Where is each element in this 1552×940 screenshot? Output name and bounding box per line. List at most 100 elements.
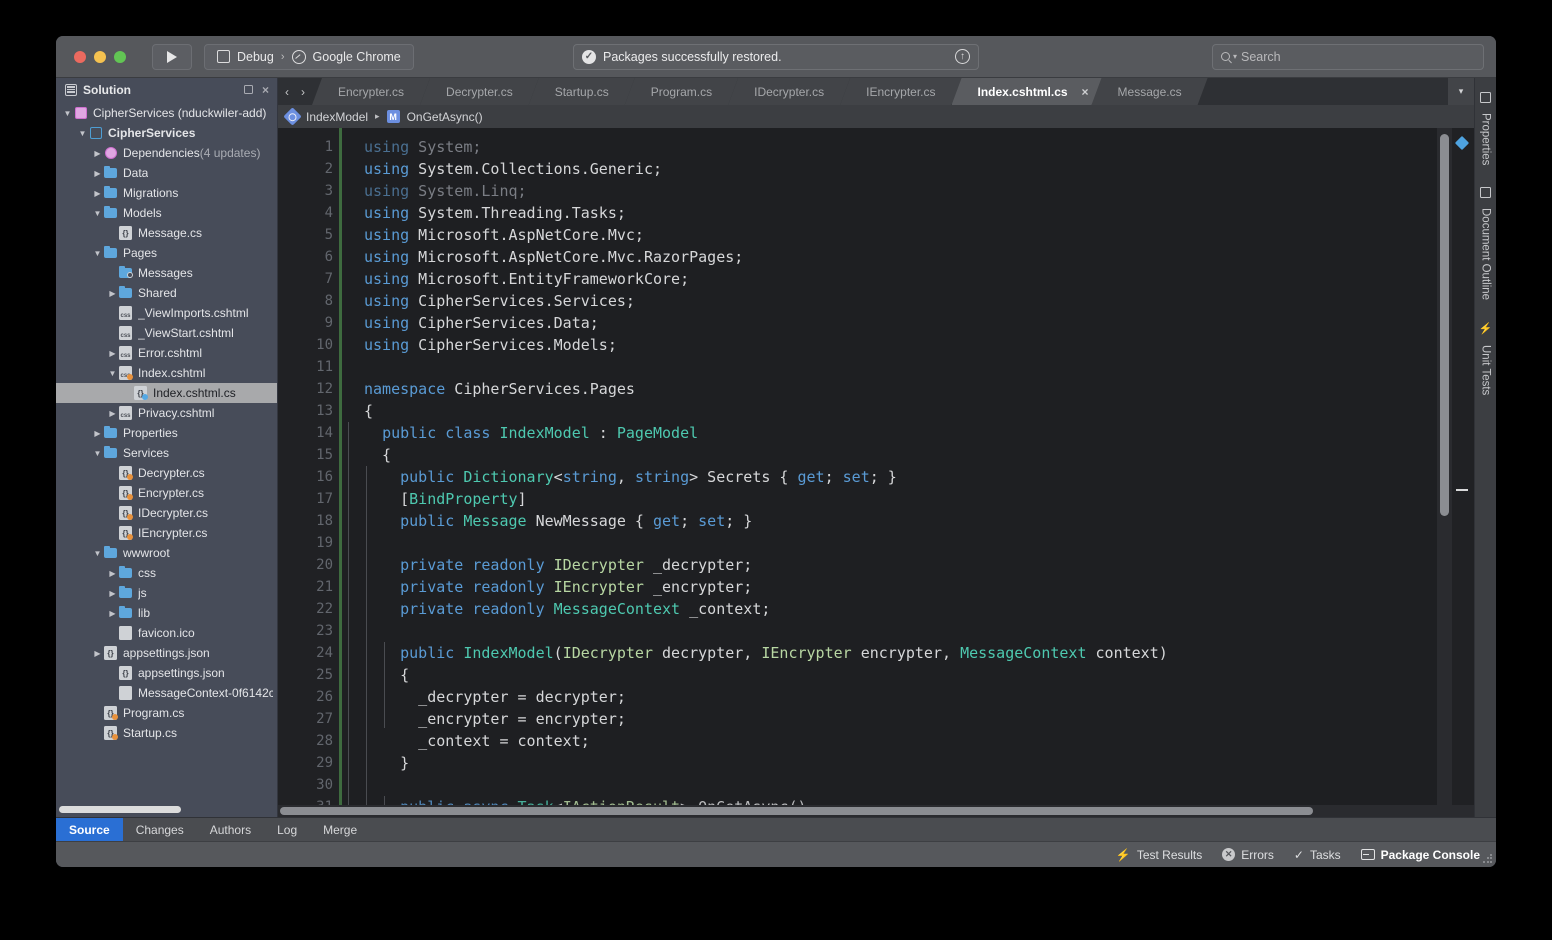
tree-item[interactable]: css_ViewImports.cshtml — [56, 303, 277, 323]
code-line[interactable] — [364, 774, 1437, 796]
tree-item[interactable]: ▶cssError.cshtml — [56, 343, 277, 363]
tree-item[interactable]: ▶{}appsettings.json — [56, 643, 277, 663]
tree-item[interactable]: ▼Pages — [56, 243, 277, 263]
code-line[interactable]: using Microsoft.AspNetCore.Mvc; — [364, 224, 1437, 246]
code-line[interactable]: using CipherServices.Services; — [364, 290, 1437, 312]
code-line[interactable]: { — [364, 400, 1437, 422]
tree-item[interactable]: ▶lib — [56, 603, 277, 623]
tree-item[interactable]: ▼CipherServices — [56, 123, 277, 143]
editor-vertical-scrollbar[interactable] — [1437, 128, 1452, 805]
code-line[interactable]: using Microsoft.AspNetCore.Mvc.RazorPage… — [364, 246, 1437, 268]
right-tool-tab[interactable]: Document Outline — [1480, 179, 1492, 314]
tree-item[interactable]: ▶Properties — [56, 423, 277, 443]
code-line[interactable]: _encrypter = encrypter; — [364, 708, 1437, 730]
code-line[interactable]: using System; — [364, 136, 1437, 158]
tab-navigation[interactable]: ‹ › — [278, 78, 312, 105]
tree-item[interactable]: css_ViewStart.cshtml — [56, 323, 277, 343]
expand-arrow-icon[interactable]: ▶ — [92, 429, 103, 438]
tree-item[interactable]: ▼CipherServices (nduckwiler-add) — [56, 103, 277, 123]
expand-arrow-icon[interactable]: ▶ — [107, 289, 118, 298]
code-line[interactable]: public async Task<IActionResult> OnGetAs… — [364, 796, 1437, 805]
status-bar-item[interactable]: ✓Tasks — [1294, 848, 1341, 862]
search-input[interactable]: ▾ Search — [1212, 44, 1484, 70]
tree-item[interactable]: {}IDecrypter.cs — [56, 503, 277, 523]
code-line[interactable]: private readonly IDecrypter _decrypter; — [364, 554, 1437, 576]
maximize-window-button[interactable] — [114, 51, 126, 63]
tree-item[interactable]: {}appsettings.json — [56, 663, 277, 683]
code-line[interactable]: { — [364, 664, 1437, 686]
tab-overflow-icon[interactable]: ▾ — [1448, 78, 1474, 105]
code-line[interactable]: _context = context; — [364, 730, 1437, 752]
tree-item[interactable]: {}Message.cs — [56, 223, 277, 243]
resize-grip[interactable] — [1482, 853, 1493, 864]
code-line[interactable] — [364, 356, 1437, 378]
previous-tab-icon[interactable]: ‹ — [285, 85, 289, 99]
tree-item[interactable]: ▶Data — [56, 163, 277, 183]
tree-item[interactable]: Messages — [56, 263, 277, 283]
solution-horizontal-scrollbar[interactable] — [56, 803, 277, 817]
code-line[interactable]: public Message NewMessage { get; set; } — [364, 510, 1437, 532]
code-line[interactable]: private readonly IEncrypter _encrypter; — [364, 576, 1437, 598]
code-line[interactable]: _decrypter = decrypter; — [364, 686, 1437, 708]
source-control-tab[interactable]: Changes — [123, 818, 197, 841]
expand-arrow-icon[interactable]: ▶ — [107, 589, 118, 598]
minimize-window-button[interactable] — [94, 51, 106, 63]
expand-arrow-icon[interactable]: ▶ — [107, 569, 118, 578]
tree-item[interactable]: ▶cssPrivacy.cshtml — [56, 403, 277, 423]
bookmark-marker-icon[interactable] — [1455, 136, 1469, 150]
scrollbar-thumb[interactable] — [1440, 134, 1449, 516]
code-line[interactable]: using System.Threading.Tasks; — [364, 202, 1437, 224]
code-line[interactable]: [BindProperty] — [364, 488, 1437, 510]
breadcrumb[interactable]: IndexModel ▸ M OnGetAsync() — [278, 105, 1474, 128]
tree-item[interactable]: ▼wwwroot — [56, 543, 277, 563]
source-control-tab[interactable]: Merge — [310, 818, 370, 841]
code-line[interactable]: private readonly MessageContext _context… — [364, 598, 1437, 620]
tree-item[interactable]: ▶Shared — [56, 283, 277, 303]
code-line[interactable]: namespace CipherServices.Pages — [364, 378, 1437, 400]
expand-arrow-icon[interactable]: ▶ — [107, 409, 118, 418]
code-line[interactable] — [364, 532, 1437, 554]
expand-arrow-icon[interactable]: ▶ — [92, 189, 103, 198]
expand-arrow-icon[interactable]: ▶ — [92, 149, 103, 158]
expand-arrow-icon[interactable]: ▼ — [92, 249, 103, 258]
tree-item[interactable]: ▶Dependencies (4 updates) — [56, 143, 277, 163]
expand-arrow-icon[interactable]: ▼ — [62, 109, 73, 118]
code-line[interactable]: public IndexModel(IDecrypter decrypter, … — [364, 642, 1437, 664]
tree-item[interactable]: {}Index.cshtml.cs — [56, 383, 277, 403]
build-status-pill[interactable]: ✓ Packages successfully restored. ↑ — [573, 44, 979, 70]
tree-item[interactable]: {}IEncrypter.cs — [56, 523, 277, 543]
change-marker[interactable] — [1456, 489, 1468, 491]
code-text[interactable]: using System;using System.Collections.Ge… — [342, 128, 1437, 805]
source-control-tab[interactable]: Authors — [197, 818, 264, 841]
editor-tabs[interactable]: Encrypter.csDecrypter.csStartup.csProgra… — [312, 78, 1448, 105]
tree-item[interactable]: MessageContext-0f6142c6-939d- — [56, 683, 277, 703]
editor-tab[interactable]: Startup.cs — [529, 78, 635, 105]
expand-arrow-icon[interactable]: ▶ — [92, 649, 103, 658]
code-line[interactable]: using System.Collections.Generic; — [364, 158, 1437, 180]
breadcrumb-method[interactable]: OnGetAsync() — [407, 110, 483, 124]
editor-tab[interactable]: IDecrypter.cs — [728, 78, 850, 105]
tree-item[interactable]: ▶Migrations — [56, 183, 277, 203]
status-bar-item[interactable]: Package Console — [1361, 848, 1480, 862]
code-line[interactable]: using CipherServices.Data; — [364, 312, 1437, 334]
run-button[interactable] — [152, 44, 192, 70]
right-tool-tab[interactable]: ⚡Unit Tests — [1479, 314, 1492, 409]
close-window-button[interactable] — [74, 51, 86, 63]
editor-tab[interactable]: Decrypter.cs — [420, 78, 539, 105]
expand-arrow-icon[interactable]: ▼ — [92, 209, 103, 218]
expand-arrow-icon[interactable]: ▶ — [92, 169, 103, 178]
expand-arrow-icon[interactable]: ▼ — [107, 369, 118, 378]
pin-icon[interactable] — [244, 85, 253, 94]
close-icon[interactable]: × — [262, 84, 269, 96]
editor-horizontal-scrollbar[interactable] — [278, 805, 1474, 817]
source-control-tab[interactable]: Source — [56, 818, 123, 841]
tree-item[interactable]: favicon.ico — [56, 623, 277, 643]
code-line[interactable]: public Dictionary<string, string> Secret… — [364, 466, 1437, 488]
expand-arrow-icon[interactable]: ▶ — [107, 609, 118, 618]
status-bar-item[interactable]: ✕Errors — [1222, 848, 1274, 862]
tree-item[interactable]: {}Startup.cs — [56, 723, 277, 743]
tree-item[interactable]: ▼cssIndex.cshtml — [56, 363, 277, 383]
chevron-down-icon[interactable]: ▾ — [1233, 52, 1237, 61]
tree-item[interactable]: ▼Models — [56, 203, 277, 223]
expand-arrow-icon[interactable]: ▼ — [92, 549, 103, 558]
